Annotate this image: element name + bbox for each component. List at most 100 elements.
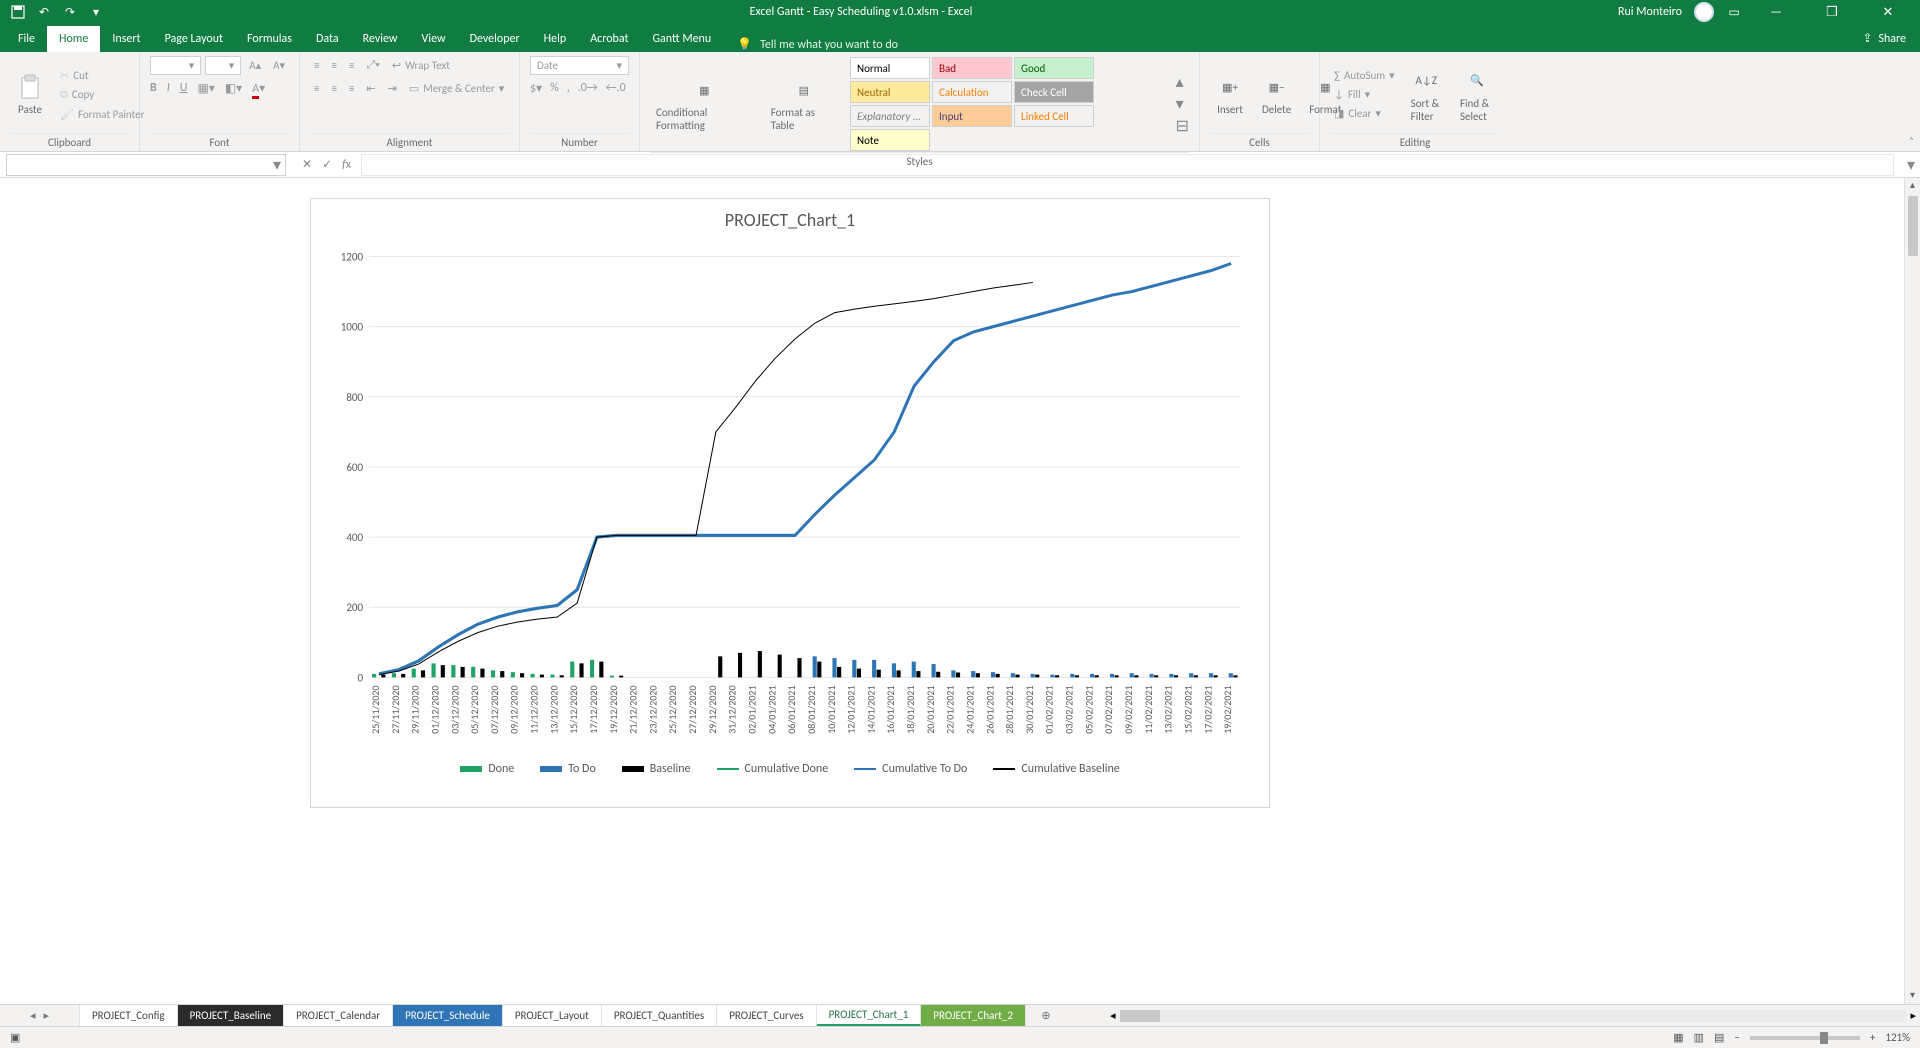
tab-home[interactable]: Home (47, 26, 100, 52)
cancel-formula-icon[interactable]: ✕ (302, 157, 312, 172)
zoom-level[interactable]: 121% (1885, 1031, 1910, 1044)
style-check-cell[interactable]: Check Cell (1014, 81, 1094, 103)
undo-icon[interactable]: ↶ (36, 4, 52, 20)
horizontal-scrollbar[interactable]: ◂ ▸ (1106, 1005, 1920, 1026)
share-button[interactable]: ⇪ Share (1848, 25, 1920, 52)
align-center-icon[interactable]: ≡ (327, 80, 340, 97)
fx-icon[interactable]: fx (342, 158, 351, 172)
delete-cells-button[interactable]: ▦−Delete (1256, 71, 1297, 118)
macro-record-icon[interactable]: ▣ (10, 1031, 20, 1044)
sheet-tab-calendar[interactable]: PROJECT_Calendar (284, 1005, 393, 1026)
ribbon-display-icon[interactable]: ▭ (1726, 4, 1742, 20)
styles-more-icon[interactable]: ⊟ (1176, 116, 1189, 136)
tab-acrobat[interactable]: Acrobat (578, 26, 640, 52)
increase-decimal-icon[interactable]: .0→ (578, 81, 598, 96)
tab-nav-prev-icon[interactable]: ◂ (30, 1009, 36, 1022)
sheet-tab-config[interactable]: PROJECT_Config (80, 1005, 178, 1026)
tell-me-search[interactable]: 💡 Tell me what you want to do (723, 37, 912, 52)
expand-formula-bar-icon[interactable]: ▾ (1902, 155, 1920, 175)
tab-page-layout[interactable]: Page Layout (153, 26, 235, 52)
align-left-icon[interactable]: ≡ (310, 80, 323, 97)
maximize-button[interactable]: ❐ (1810, 5, 1854, 20)
vertical-scrollbar[interactable]: ▴ ▾ (1904, 178, 1920, 1004)
find-select-button[interactable]: 🔍Find & Select (1454, 65, 1500, 125)
style-input[interactable]: Input (932, 105, 1012, 127)
tab-review[interactable]: Review (351, 26, 410, 52)
bold-button[interactable]: B (150, 81, 157, 96)
decrease-decimal-icon[interactable]: ←.0 (606, 81, 626, 96)
tab-view[interactable]: View (410, 26, 458, 52)
style-calculation[interactable]: Calculation (932, 81, 1012, 103)
cut-button[interactable]: ✂Cut (56, 67, 148, 84)
zoom-out-button[interactable]: − (1734, 1031, 1739, 1044)
increase-font-icon[interactable]: A▴ (245, 56, 265, 75)
tab-formulas[interactable]: Formulas (235, 26, 304, 52)
save-icon[interactable] (10, 4, 26, 20)
redo-icon[interactable]: ↷ (62, 4, 78, 20)
tab-gantt-menu[interactable]: Gantt Menu (640, 26, 723, 52)
align-middle-icon[interactable]: ≡ (327, 56, 340, 74)
sheet-tab-schedule[interactable]: PROJECT_Schedule (393, 1005, 503, 1026)
view-page-layout-icon[interactable]: ▥ (1694, 1031, 1704, 1044)
autosum-button[interactable]: ∑AutoSum▾ (1330, 67, 1399, 84)
italic-button[interactable]: I (167, 81, 170, 96)
comma-format-icon[interactable]: , (567, 81, 570, 96)
scroll-right-icon[interactable]: ▸ (1910, 1009, 1916, 1022)
tab-developer[interactable]: Developer (458, 26, 532, 52)
tab-help[interactable]: Help (532, 26, 579, 52)
tab-nav-next-icon[interactable]: ▸ (44, 1009, 50, 1022)
close-button[interactable]: ✕ (1866, 5, 1910, 20)
scroll-left-icon[interactable]: ◂ (1110, 1009, 1116, 1022)
style-good[interactable]: Good (1014, 57, 1094, 79)
styles-scroll-down-icon[interactable]: ▾ (1176, 94, 1189, 114)
decrease-indent-icon[interactable]: ⇤ (362, 80, 379, 97)
style-bad[interactable]: Bad (932, 57, 1012, 79)
align-right-icon[interactable]: ≡ (345, 80, 358, 97)
sort-filter-button[interactable]: A↓ZSort & Filter (1405, 65, 1448, 125)
style-explanatory[interactable]: Explanatory ... (850, 105, 930, 127)
minimize-button[interactable]: — (1754, 5, 1798, 20)
paste-button[interactable]: Paste (10, 71, 50, 118)
name-box[interactable]: ▾ (6, 154, 286, 176)
font-size-select[interactable]: ▾ (205, 56, 241, 75)
view-normal-icon[interactable]: ▦ (1673, 1031, 1683, 1044)
sheet-tab-layout[interactable]: PROJECT_Layout (503, 1005, 602, 1026)
scroll-up-icon[interactable]: ▴ (1905, 178, 1920, 194)
merge-center-button[interactable]: ▭Merge & Center▾ (405, 80, 508, 97)
percent-format-icon[interactable]: % (550, 81, 559, 96)
scroll-down-icon[interactable]: ▾ (1905, 988, 1920, 1004)
sheet-tab-curves[interactable]: PROJECT_Curves (717, 1005, 816, 1026)
decrease-font-icon[interactable]: A▾ (269, 56, 289, 75)
sheet-tab-chart2[interactable]: PROJECT_Chart_2 (921, 1005, 1026, 1026)
style-neutral[interactable]: Neutral (850, 81, 930, 103)
clear-button[interactable]: ◨Clear▾ (1330, 105, 1399, 122)
format-as-table-button[interactable]: ▤ Format as Table (765, 74, 843, 134)
sheet-tab-quantities[interactable]: PROJECT_Quantities (602, 1005, 717, 1026)
view-page-break-icon[interactable]: ▤ (1714, 1031, 1724, 1044)
style-linked-cell[interactable]: Linked Cell (1014, 105, 1094, 127)
align-top-icon[interactable]: ≡ (310, 56, 323, 74)
conditional-formatting-button[interactable]: ▦ Conditional Formatting (650, 74, 759, 134)
chart-object[interactable]: PROJECT_Chart_1 020040060080010001200 25… (310, 198, 1270, 808)
accounting-format-icon[interactable]: $▾ (530, 81, 542, 96)
border-button[interactable]: ▦▾ (197, 81, 214, 96)
number-format-select[interactable]: Date▾ (530, 56, 629, 75)
font-name-select[interactable]: ▾ (150, 56, 201, 75)
qat-customize-icon[interactable]: ▾ (88, 4, 104, 20)
increase-indent-icon[interactable]: ⇥ (384, 80, 401, 97)
format-painter-button[interactable]: 🖌Format Painter (56, 106, 148, 123)
tab-data[interactable]: Data (304, 26, 351, 52)
insert-cells-button[interactable]: ▦+Insert (1210, 71, 1250, 118)
font-color-button[interactable]: A▾ (252, 81, 265, 96)
enter-formula-icon[interactable]: ✓ (322, 157, 332, 172)
orientation-icon[interactable]: ⤢▾ (362, 56, 383, 74)
copy-button[interactable]: ⧉Copy (56, 86, 148, 104)
sheet-tab-chart1[interactable]: PROJECT_Chart_1 (817, 1005, 922, 1026)
tab-insert[interactable]: Insert (100, 26, 152, 52)
underline-button[interactable]: U (180, 81, 188, 96)
scroll-thumb[interactable] (1908, 196, 1918, 256)
tab-file[interactable]: File (6, 26, 47, 52)
collapse-ribbon-icon[interactable]: ˄ (1909, 134, 1914, 147)
align-bottom-icon[interactable]: ≡ (345, 56, 358, 74)
wrap-text-button[interactable]: ↩Wrap Text (388, 56, 454, 74)
